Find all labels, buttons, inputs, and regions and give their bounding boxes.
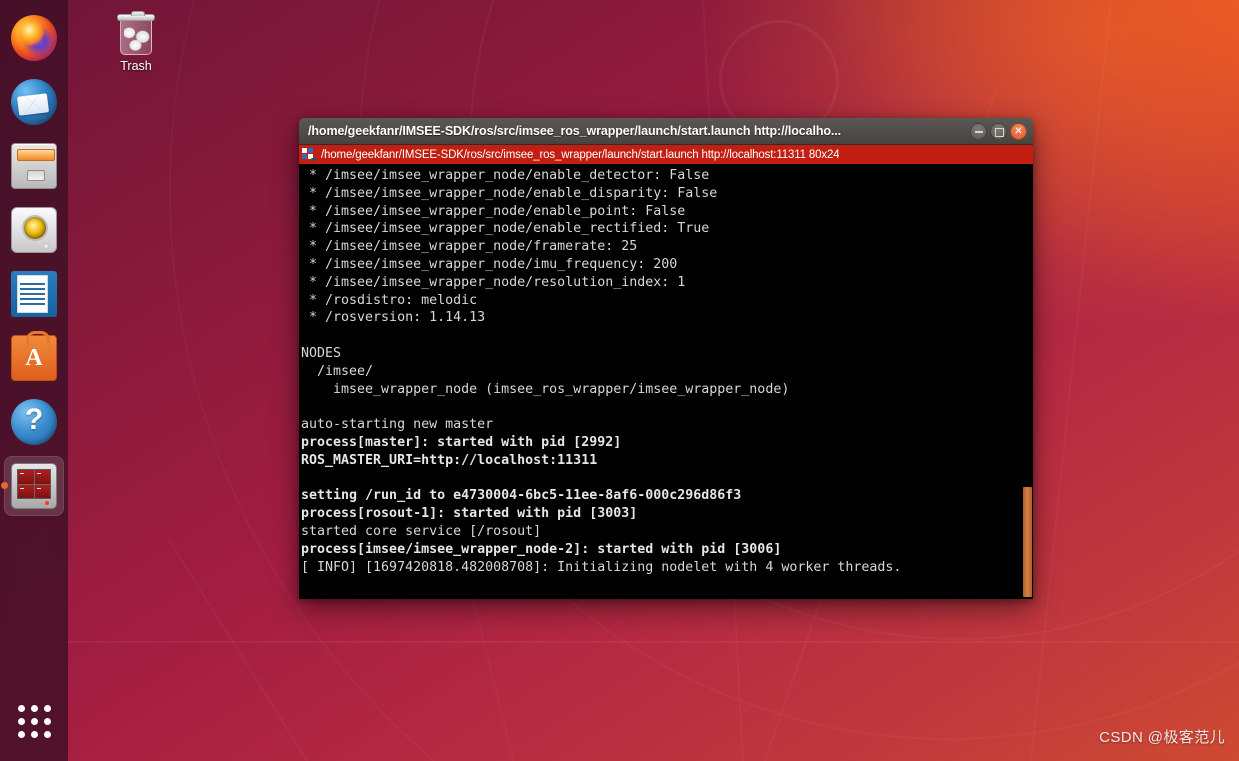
terminal-output-area[interactable]: * /imsee/imsee_wrapper_node/enable_detec… (299, 164, 1033, 599)
terminal-line: /imsee/ (301, 363, 374, 379)
terminal-line: * /imsee/imsee_wrapper_node/enable_point… (301, 203, 686, 219)
launcher-item-files[interactable] (0, 134, 68, 198)
terminal-line: * /rosversion: 1.14.13 (301, 310, 486, 326)
trash-icon (117, 11, 155, 56)
help-icon (11, 399, 57, 445)
thunderbird-icon (11, 79, 57, 125)
ubuntu-launcher (0, 0, 68, 761)
rhythmbox-icon (11, 207, 57, 253)
terminal-line: [ INFO] [1697420818.482008708]: Initiali… (301, 559, 902, 575)
terminal-line: * /rosdistro: melodic (301, 292, 478, 308)
terminal-line: setting /run_id to e4730004-6bc5-11ee-8a… (301, 488, 742, 504)
desktop-icon-trash[interactable]: Trash (100, 11, 172, 73)
watermark: CSDN @极客范儿 (1099, 729, 1225, 746)
window-title-bar[interactable]: /home/geekfanr/IMSEE-SDK/ros/src/imsee_r… (299, 118, 1033, 145)
close-button[interactable] (1010, 122, 1027, 140)
launcher-item-rhythmbox[interactable] (0, 198, 68, 262)
terminal-line: * /imsee/imsee_wrapper_node/imu_frequenc… (301, 256, 678, 272)
files-icon (11, 143, 57, 189)
terminal-line: NODES (301, 345, 342, 361)
wallpaper-line (0, 641, 1239, 643)
terminal-line: process[rosout-1]: started with pid [300… (301, 506, 638, 522)
terminator-layout-icon[interactable] (302, 148, 317, 162)
terminator-icon (11, 463, 57, 509)
show-applications-button[interactable] (0, 689, 68, 753)
launcher-item-software[interactable] (0, 326, 68, 390)
vertical-scrollbar[interactable] (1019, 164, 1033, 599)
terminal-line: * /imsee/imsee_wrapper_node/framerate: 2… (301, 239, 638, 255)
software-icon (11, 331, 57, 381)
launcher-item-firefox[interactable] (0, 6, 68, 70)
launcher-item-terminator[interactable] (0, 454, 68, 518)
terminal-tab-title: /home/geekfanr/IMSEE-SDK/ros/src/imsee_r… (321, 148, 840, 161)
window-controls (970, 122, 1027, 140)
terminal-line: * /imsee/imsee_wrapper_node/resolution_i… (301, 274, 686, 290)
minimize-button[interactable] (970, 122, 987, 140)
scrollbar-thumb[interactable] (1023, 487, 1032, 597)
terminal-tab-bar[interactable]: /home/geekfanr/IMSEE-SDK/ros/src/imsee_r… (299, 145, 1033, 164)
desktop[interactable]: Trash /home/geekfanr/IMSEE-SDK/ros/src/i… (0, 0, 1239, 761)
terminal-line: ROS_MASTER_URI=http://localhost:11311 (301, 452, 598, 468)
terminal-line: auto-starting new master (301, 417, 494, 433)
maximize-button[interactable] (990, 122, 1007, 140)
terminal-line: * /imsee/imsee_wrapper_node/enable_recti… (301, 221, 710, 237)
terminal-text: * /imsee/imsee_wrapper_node/enable_detec… (299, 165, 1033, 576)
terminal-line: process[master]: started with pid [2992] (301, 434, 622, 450)
terminal-line: * /imsee/imsee_wrapper_node/enable_detec… (301, 168, 710, 183)
running-indicator-dot (1, 482, 8, 489)
terminal-line: * /imsee/imsee_wrapper_node/enable_dispa… (301, 185, 718, 201)
terminal-line: imsee_wrapper_node (imsee_ros_wrapper/im… (301, 381, 790, 397)
terminal-line: process[imsee/imsee_wrapper_node-2]: sta… (301, 541, 782, 557)
firefox-icon (11, 15, 57, 61)
window-title: /home/geekfanr/IMSEE-SDK/ros/src/imsee_r… (308, 124, 842, 138)
app-grid-icon (17, 704, 51, 738)
launcher-item-writer[interactable] (0, 262, 68, 326)
trash-label: Trash (120, 59, 152, 73)
writer-icon (11, 271, 57, 317)
launcher-item-thunderbird[interactable] (0, 70, 68, 134)
terminal-line: started core service [/rosout] (301, 523, 542, 539)
launcher-item-help[interactable] (0, 390, 68, 454)
terminator-window[interactable]: /home/geekfanr/IMSEE-SDK/ros/src/imsee_r… (299, 118, 1033, 599)
